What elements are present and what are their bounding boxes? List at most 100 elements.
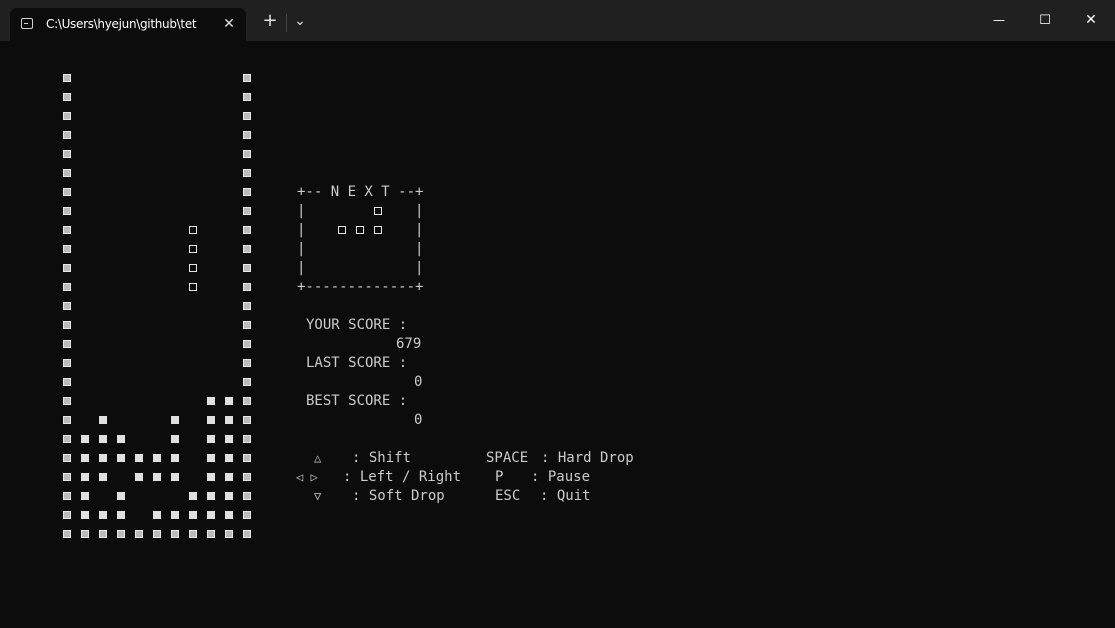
- board-wall-cell: [58, 506, 76, 525]
- locked-block: [148, 449, 166, 468]
- locked-block: [202, 411, 220, 430]
- board-wall-cell: [58, 411, 76, 430]
- locked-block: [76, 430, 94, 449]
- board-wall-cell: [58, 145, 76, 164]
- terminal-icon: [21, 18, 33, 29]
- board-wall-cell: [58, 88, 76, 107]
- locked-block: [112, 430, 130, 449]
- move-label: : Left / Right: [343, 469, 462, 485]
- locked-block: [220, 392, 238, 411]
- board-wall-cell: [238, 335, 256, 354]
- board-floor-cell: [166, 525, 184, 544]
- board-floor-cell: [202, 525, 220, 544]
- terminal-area[interactable]: +-- N E X T --+ | | | | | | | | +-------…: [0, 41, 1115, 628]
- board-floor-cell: [76, 525, 94, 544]
- locked-block: [94, 506, 112, 525]
- shift-key-icon: △: [314, 451, 322, 465]
- locked-block: [202, 468, 220, 487]
- locked-block: [76, 449, 94, 468]
- next-panel-side: | |: [297, 241, 424, 257]
- locked-block: [184, 487, 202, 506]
- board-wall-cell: [238, 202, 256, 221]
- board-wall-cell: [238, 373, 256, 392]
- locked-block: [130, 449, 148, 468]
- falling-block: [184, 221, 202, 240]
- falling-block: [184, 278, 202, 297]
- best-score-value: 0: [414, 412, 423, 428]
- locked-block: [94, 411, 112, 430]
- new-tab-button[interactable]: +: [258, 9, 282, 33]
- board-wall-cell: [58, 430, 76, 449]
- board-wall-cell: [238, 278, 256, 297]
- tab-dropdown-button[interactable]: ⌄: [289, 9, 311, 33]
- locked-block: [220, 468, 238, 487]
- board-wall-cell: [238, 354, 256, 373]
- board-wall-cell: [238, 487, 256, 506]
- locked-block: [76, 506, 94, 525]
- board-wall-cell: [238, 126, 256, 145]
- locked-block: [94, 449, 112, 468]
- board-floor-cell: [148, 525, 166, 544]
- board-wall-cell: [238, 297, 256, 316]
- your-score-value: 679: [396, 336, 422, 352]
- locked-block: [112, 449, 130, 468]
- board-wall-cell: [238, 88, 256, 107]
- board-wall-cell: [58, 525, 76, 544]
- soft-drop-label: : Soft Drop: [352, 488, 445, 504]
- locked-block: [166, 468, 184, 487]
- board-wall-cell: [58, 449, 76, 468]
- board-wall-cell: [238, 430, 256, 449]
- locked-block: [94, 430, 112, 449]
- close-button[interactable]: ✕: [1068, 0, 1114, 41]
- quit-label: : Quit: [540, 488, 591, 504]
- pause-label: : Pause: [531, 469, 591, 485]
- board-wall-cell: [58, 107, 76, 126]
- locked-block: [202, 487, 220, 506]
- tetris-board: [58, 69, 258, 549]
- tab-close-icon[interactable]: ✕: [218, 13, 240, 35]
- locked-block: [202, 449, 220, 468]
- next-piece-panel: +-- N E X T --+ | | | | | | | | +-------…: [297, 183, 433, 295]
- board-wall-cell: [238, 316, 256, 335]
- board-wall-cell: [238, 69, 256, 88]
- falling-block: [184, 259, 202, 278]
- board-wall-cell: [58, 69, 76, 88]
- locked-block: [112, 487, 130, 506]
- divider: [286, 14, 287, 32]
- board-wall-cell: [58, 373, 76, 392]
- locked-block: [130, 468, 148, 487]
- board-wall-cell: [58, 468, 76, 487]
- locked-block: [166, 430, 184, 449]
- locked-block: [220, 430, 238, 449]
- board-floor-cell: [94, 525, 112, 544]
- board-wall-cell: [58, 221, 76, 240]
- move-keys-icon: ◁ ▷: [296, 470, 318, 484]
- next-panel-side: | |: [297, 260, 424, 276]
- board-wall-cell: [238, 221, 256, 240]
- title-bar: C:\Users\hyejun\github\tet ✕ + ⌄ — ☐ ✕: [0, 0, 1115, 41]
- locked-block: [166, 449, 184, 468]
- locked-block: [94, 468, 112, 487]
- soft-drop-key-icon: ▽: [314, 489, 322, 503]
- board-wall-cell: [238, 145, 256, 164]
- board-wall-cell: [58, 335, 76, 354]
- board-wall-cell: [238, 107, 256, 126]
- board-wall-cell: [58, 240, 76, 259]
- board-wall-cell: [58, 183, 76, 202]
- terminal-tab[interactable]: C:\Users\hyejun\github\tet ✕: [10, 8, 246, 41]
- board-wall-cell: [58, 202, 76, 221]
- minimize-button[interactable]: —: [976, 0, 1022, 41]
- board-wall-cell: [58, 259, 76, 278]
- board-wall-cell: [238, 525, 256, 544]
- locked-block: [184, 506, 202, 525]
- hard-drop-label: : Hard Drop: [541, 450, 634, 466]
- board-wall-cell: [238, 392, 256, 411]
- board-wall-cell: [58, 354, 76, 373]
- locked-block: [220, 506, 238, 525]
- maximize-button[interactable]: ☐: [1022, 0, 1068, 41]
- last-score-label: LAST SCORE :: [306, 355, 408, 371]
- locked-block: [112, 506, 130, 525]
- your-score-label: YOUR SCORE :: [306, 317, 408, 333]
- next-piece-block: [369, 202, 387, 221]
- locked-block: [76, 487, 94, 506]
